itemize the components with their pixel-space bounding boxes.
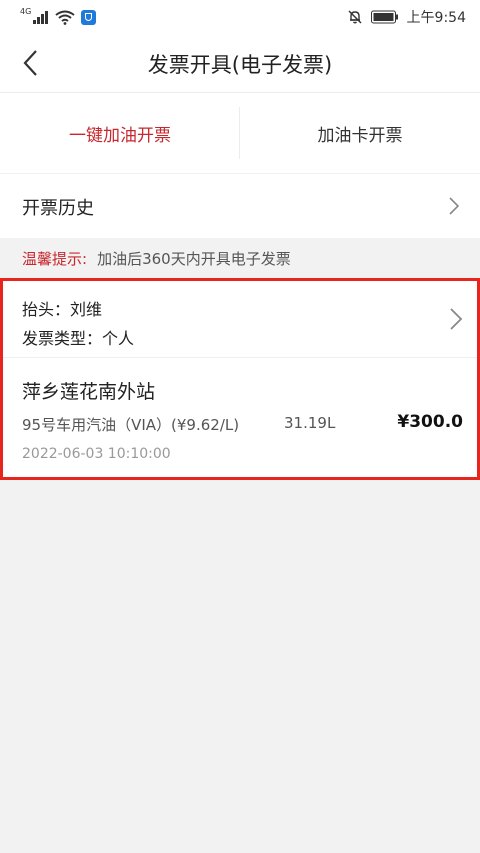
status-right: 上午9:54 xyxy=(347,6,466,28)
tip-banner: 温馨提示: 加油后360天内开具电子发票 xyxy=(0,238,480,278)
tab-one-click-fuel-invoice[interactable]: 一键加油开票 xyxy=(0,93,240,173)
invoice-type-line: 发票类型：个人 xyxy=(22,329,135,348)
transaction-datetime: 2022-06-03 10:10:00 xyxy=(22,446,171,462)
tab-divider xyxy=(239,107,240,159)
station-name: 萍乡莲花南外站 xyxy=(22,381,156,403)
invoice-tabs: 一键加油开票 加油卡开票 xyxy=(0,93,480,173)
header: 发票开具(电子发票) xyxy=(0,34,480,93)
wifi-icon xyxy=(55,10,75,25)
invoice-title-line: 抬头：刘维 xyxy=(22,300,103,319)
network-type: 4G xyxy=(20,6,32,16)
battery-icon xyxy=(370,10,398,24)
tab-fuel-card-invoice[interactable]: 加油卡开票 xyxy=(240,93,480,173)
tip-label: 温馨提示: xyxy=(22,249,88,268)
status-bar: 4G 上午9:54 xyxy=(0,0,480,34)
security-app-icon xyxy=(81,9,97,25)
signal-icon xyxy=(33,11,49,24)
invoice-history-label: 开票历史 xyxy=(22,198,94,219)
fuel-volume: 31.19L xyxy=(284,414,336,432)
status-time: 上午9:54 xyxy=(406,10,466,26)
invoice-amount: ¥300.0 xyxy=(397,412,463,432)
chevron-right-icon xyxy=(449,197,460,215)
chevron-right-icon xyxy=(450,308,463,330)
page-title: 发票开具(电子发票) xyxy=(147,53,333,77)
tip-text: 加油后360天内开具电子发票 xyxy=(97,249,291,268)
fuel-type: 95号车用汽油（VIA）(¥9.62/L) xyxy=(22,416,240,434)
status-left: 4G xyxy=(20,6,97,28)
invoice-history-row[interactable]: 开票历史 xyxy=(0,174,480,238)
invoice-title-selector[interactable]: 抬头：刘维 发票类型：个人 xyxy=(3,281,477,358)
mute-bell-icon xyxy=(348,10,362,24)
invoice-card[interactable]: 抬头：刘维 发票类型：个人 萍乡莲花南外站 95号车用汽油（VIA）(¥9.62… xyxy=(0,278,480,480)
